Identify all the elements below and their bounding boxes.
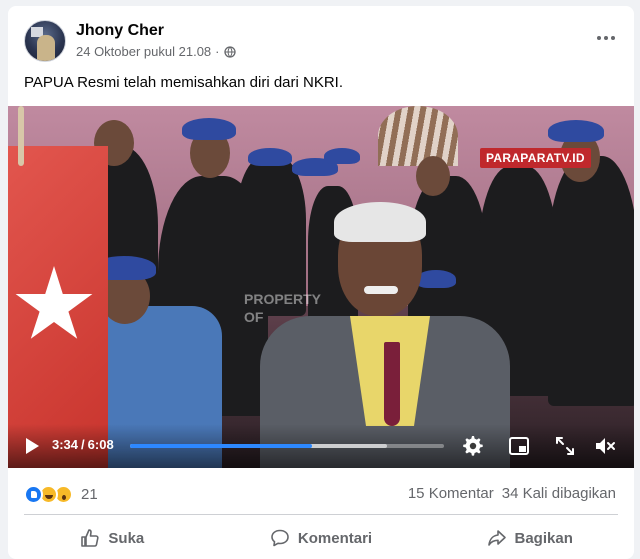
share-count[interactable]: 34 Kali dibagikan xyxy=(502,485,616,502)
like-button[interactable]: Suka xyxy=(8,520,217,556)
post-timestamp[interactable]: 24 Oktober pukul 21.08 xyxy=(76,44,211,59)
video-watermark: PROPERTY OF xyxy=(244,290,321,326)
action-bar: Suka Komentari Bagikan xyxy=(8,520,634,556)
time-separator: / xyxy=(81,437,85,452)
post-text: PAPUA Resmi telah memisahkan diri dari N… xyxy=(24,74,343,91)
mute-icon[interactable] xyxy=(594,435,616,457)
share-label: Bagikan xyxy=(514,529,573,547)
beret xyxy=(248,148,292,166)
comment-count[interactable]: 15 Komentar xyxy=(408,485,494,502)
post-card: Jhony Cher 24 Oktober pukul 21.08 · PAPU… xyxy=(8,6,634,559)
watermark-line-2: OF xyxy=(244,309,264,325)
comment-label: Komentari xyxy=(297,529,373,547)
video-controls: 3:34 / 6:08 xyxy=(8,424,634,468)
video-figure xyxy=(548,156,634,406)
like-reaction-icon xyxy=(24,484,43,504)
progress-bar[interactable] xyxy=(130,444,444,448)
comment-button[interactable]: Komentari xyxy=(217,520,426,556)
settings-gear-icon[interactable] xyxy=(462,435,484,457)
more-options-icon[interactable] xyxy=(594,28,618,48)
channel-badge: PARAPARATV.ID xyxy=(480,148,591,168)
beret xyxy=(324,148,360,164)
post-meta: 24 Oktober pukul 21.08 · xyxy=(76,44,236,59)
speaker-mustache xyxy=(364,286,398,294)
fullscreen-icon[interactable] xyxy=(554,435,576,457)
picture-in-picture-icon[interactable] xyxy=(508,435,530,457)
duration: 6:08 xyxy=(87,437,114,452)
like-label: Suka xyxy=(108,529,145,547)
speaker-hair xyxy=(334,202,426,242)
meta-separator: · xyxy=(215,44,220,59)
morning-star-flag xyxy=(8,146,108,468)
author-avatar[interactable] xyxy=(24,20,66,62)
speaker-tie xyxy=(384,342,400,426)
video-player[interactable]: PROPERTY OF PARAPARATV.ID 3:34 / 6:08 xyxy=(8,106,634,468)
reaction-count[interactable]: 21 xyxy=(81,486,98,503)
progress-fill xyxy=(130,444,313,448)
share-icon xyxy=(487,530,506,546)
comment-icon xyxy=(271,529,289,547)
flag-star xyxy=(15,266,93,339)
play-icon[interactable] xyxy=(26,438,39,454)
beret xyxy=(548,120,604,142)
reactions-summary[interactable]: 21 xyxy=(24,482,98,506)
divider xyxy=(24,514,618,515)
beret xyxy=(182,118,236,140)
current-time: 3:34 xyxy=(52,437,79,452)
author-name[interactable]: Jhony Cher xyxy=(76,22,164,40)
flag-pole xyxy=(18,106,24,166)
video-time: 3:34 / 6:08 xyxy=(52,437,114,452)
feather-headdress xyxy=(378,106,458,166)
beret xyxy=(416,270,456,288)
post-stats: 15 Komentar 34 Kali dibagikan xyxy=(408,485,616,502)
globe-icon[interactable] xyxy=(223,45,236,58)
watermark-line-1: PROPERTY xyxy=(244,291,322,307)
share-button[interactable]: Bagikan xyxy=(425,520,634,556)
video-figure-head xyxy=(416,156,450,196)
thumbs-up-icon xyxy=(81,529,100,547)
post-header: Jhony Cher 24 Oktober pukul 21.08 · xyxy=(24,20,618,66)
